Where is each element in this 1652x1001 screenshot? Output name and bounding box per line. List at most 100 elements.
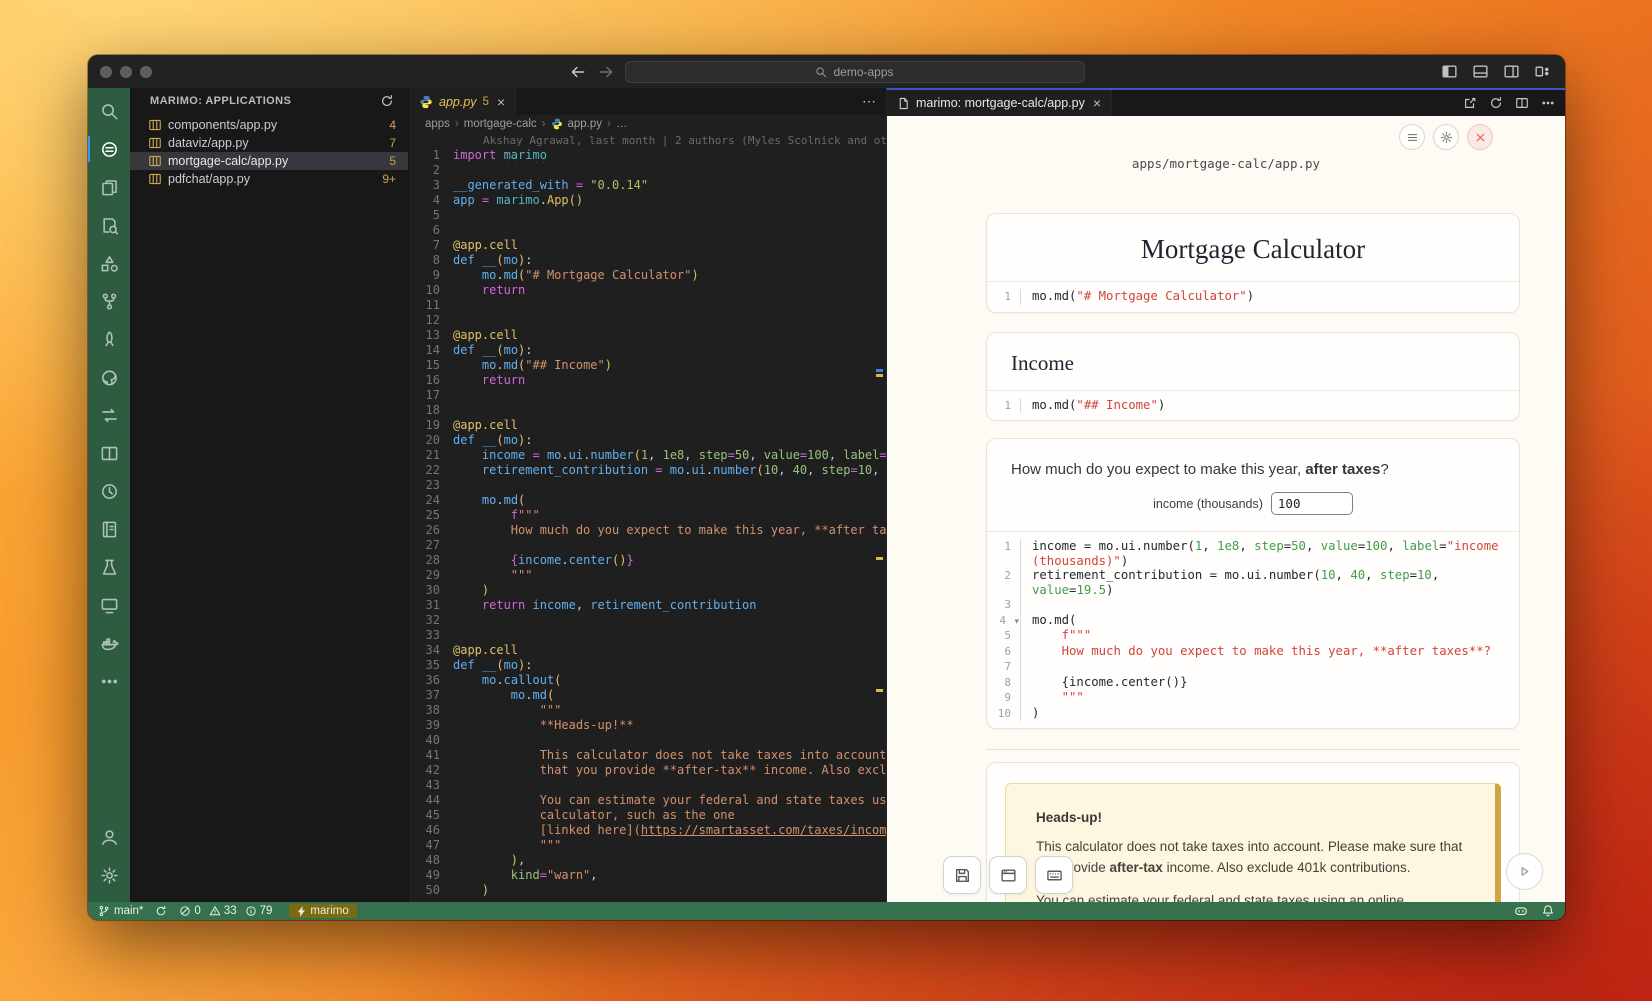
code-line[interactable]: 38 """ xyxy=(409,703,886,718)
code-line[interactable]: 21 income = mo.ui.number(1, 1e8, step=50… xyxy=(409,448,886,463)
refresh-icon[interactable] xyxy=(1489,96,1503,110)
code-line[interactable]: 25 f""" xyxy=(409,508,886,523)
code-line[interactable]: 27 xyxy=(409,538,886,553)
code-editor[interactable]: Akshay Agrawal, last month | 2 authors (… xyxy=(409,133,886,902)
code-line[interactable]: 2 xyxy=(409,163,886,178)
activity-item-github[interactable] xyxy=(88,358,130,396)
code-line[interactable]: 43 xyxy=(409,778,886,793)
code-line[interactable]: 26 How much do you expect to make this y… xyxy=(409,523,886,538)
code-line[interactable]: 41 This calculator does not take taxes i… xyxy=(409,748,886,763)
split-editor-icon[interactable] xyxy=(1515,96,1529,110)
code-line[interactable]: 17 xyxy=(409,388,886,403)
layout-custom-icon[interactable] xyxy=(1534,63,1551,80)
code-line[interactable]: 37 mo.md( xyxy=(409,688,886,703)
bell-icon[interactable] xyxy=(1541,904,1555,918)
activity-item-notebook[interactable] xyxy=(88,510,130,548)
activity-item-layout-window[interactable] xyxy=(88,434,130,472)
activity-item-beaker[interactable] xyxy=(88,548,130,586)
code-line[interactable]: 23 xyxy=(409,478,886,493)
code-line[interactable]: 4app = marimo.App() xyxy=(409,193,886,208)
activity-item-doc-search[interactable] xyxy=(88,206,130,244)
copilot-icon[interactable] xyxy=(1514,904,1528,918)
code-line[interactable]: 16 return xyxy=(409,373,886,388)
close-window-button[interactable] xyxy=(100,66,112,78)
zoom-window-button[interactable] xyxy=(140,66,152,78)
activity-item-shapes[interactable] xyxy=(88,244,130,282)
code-line[interactable]: 20def __(mo): xyxy=(409,433,886,448)
code-line[interactable]: 35def __(mo): xyxy=(409,658,886,673)
layout-panel-icon[interactable] xyxy=(1472,63,1489,80)
activity-item-code-compare[interactable] xyxy=(88,396,130,434)
code-line[interactable]: 13@app.cell xyxy=(409,328,886,343)
code-line[interactable]: 8def __(mo): xyxy=(409,253,886,268)
code-line[interactable]: 31 return income, retirement_contributio… xyxy=(409,598,886,613)
activity-item-search[interactable] xyxy=(88,92,130,130)
breadcrumb-item[interactable]: mortgage-calc xyxy=(464,118,537,130)
activity-item-rocket[interactable] xyxy=(88,320,130,358)
code-line[interactable]: 48 ), xyxy=(409,853,886,868)
save-button[interactable] xyxy=(943,856,981,894)
marimo-extension-status[interactable]: marimo xyxy=(289,904,356,918)
tab-marimo-preview[interactable]: marimo: mortgage-calc/app.py × xyxy=(887,90,1112,116)
sidebar-item-pdfchat/app.py[interactable]: pdfchat/app.py9+ xyxy=(130,170,408,188)
activity-item-ellipsis[interactable] xyxy=(88,662,130,700)
code-line[interactable]: 6 xyxy=(409,223,886,238)
code-line[interactable]: 50 ) xyxy=(409,883,886,898)
code-line[interactable]: 46 [linked here](https://smartasset.com/… xyxy=(409,823,886,838)
nav-back-icon[interactable] xyxy=(569,63,587,81)
open-external-icon[interactable] xyxy=(1463,96,1477,110)
activity-item-remote-monitor[interactable] xyxy=(88,586,130,624)
code-line[interactable]: 28 {income.center()} xyxy=(409,553,886,568)
code-line[interactable]: 32 xyxy=(409,613,886,628)
code-line[interactable]: 30 ) xyxy=(409,583,886,598)
code-line[interactable]: 49 kind="warn", xyxy=(409,868,886,883)
keyboard-button[interactable] xyxy=(1035,856,1073,894)
code-line[interactable]: 1import marimo xyxy=(409,148,886,163)
breadcrumb[interactable]: apps›mortgage-calc›app.py›… xyxy=(409,115,886,133)
code-line[interactable]: 15 mo.md("## Income") xyxy=(409,358,886,373)
code-line[interactable]: 18 xyxy=(409,403,886,418)
sidebar-item-mortgage-calc/app.py[interactable]: mortgage-calc/app.py5 xyxy=(130,152,408,170)
code-line[interactable]: 34@app.cell xyxy=(409,643,886,658)
refresh-icon[interactable] xyxy=(380,94,394,108)
activity-item-copy-files[interactable] xyxy=(88,168,130,206)
code-line[interactable]: 47 """ xyxy=(409,838,886,853)
preview-menu-button[interactable] xyxy=(1399,124,1425,150)
code-line[interactable]: 3__generated_with = "0.0.14" xyxy=(409,178,886,193)
code-line[interactable]: 12 xyxy=(409,313,886,328)
run-app-button[interactable] xyxy=(1506,853,1543,890)
sidebar-item-dataviz/app.py[interactable]: dataviz/app.py7 xyxy=(130,134,408,152)
browser-window-button[interactable] xyxy=(989,856,1027,894)
fold-chevron-icon[interactable]: ▾ xyxy=(1014,614,1019,629)
code-line[interactable]: 36 mo.callout( xyxy=(409,673,886,688)
tab-app-py[interactable]: app.py 5 × xyxy=(409,88,516,115)
code-line[interactable]: 29 """ xyxy=(409,568,886,583)
editor-actions-more-icon[interactable]: ⋯ xyxy=(862,88,876,115)
breadcrumb-item[interactable]: apps xyxy=(425,118,450,130)
activity-item-account[interactable] xyxy=(88,818,130,856)
code-line[interactable]: 42 that you provide **after-tax** income… xyxy=(409,763,886,778)
tab-close-icon[interactable]: × xyxy=(497,95,505,109)
activity-item-settings-gear[interactable] xyxy=(88,856,130,894)
minimize-window-button[interactable] xyxy=(120,66,132,78)
ellipsis-icon[interactable] xyxy=(1541,96,1555,110)
code-line[interactable]: 33 xyxy=(409,628,886,643)
code-line[interactable]: 7@app.cell xyxy=(409,238,886,253)
code-line[interactable]: 9 mo.md("# Mortgage Calculator") xyxy=(409,268,886,283)
layout-sidebar-icon[interactable] xyxy=(1441,63,1458,80)
preview-close-button[interactable] xyxy=(1467,124,1493,150)
activity-item-docker[interactable] xyxy=(88,624,130,662)
code-line[interactable]: 24 mo.md( xyxy=(409,493,886,508)
code-line[interactable]: 10 return xyxy=(409,283,886,298)
breadcrumb-item[interactable]: app.py xyxy=(568,118,603,130)
code-line[interactable]: 39 **Heads-up!** xyxy=(409,718,886,733)
layout-split-icon[interactable] xyxy=(1503,63,1520,80)
income-input[interactable] xyxy=(1271,492,1353,515)
code-line[interactable]: 14def __(mo): xyxy=(409,343,886,358)
code-line[interactable]: 19@app.cell xyxy=(409,418,886,433)
activity-item-history[interactable] xyxy=(88,472,130,510)
activity-item-marimo-extension[interactable] xyxy=(88,130,130,168)
git-branch-status[interactable]: main* xyxy=(98,905,143,917)
code-line[interactable]: 45 calculator, such as the one xyxy=(409,808,886,823)
breadcrumb-item[interactable]: … xyxy=(616,118,628,130)
